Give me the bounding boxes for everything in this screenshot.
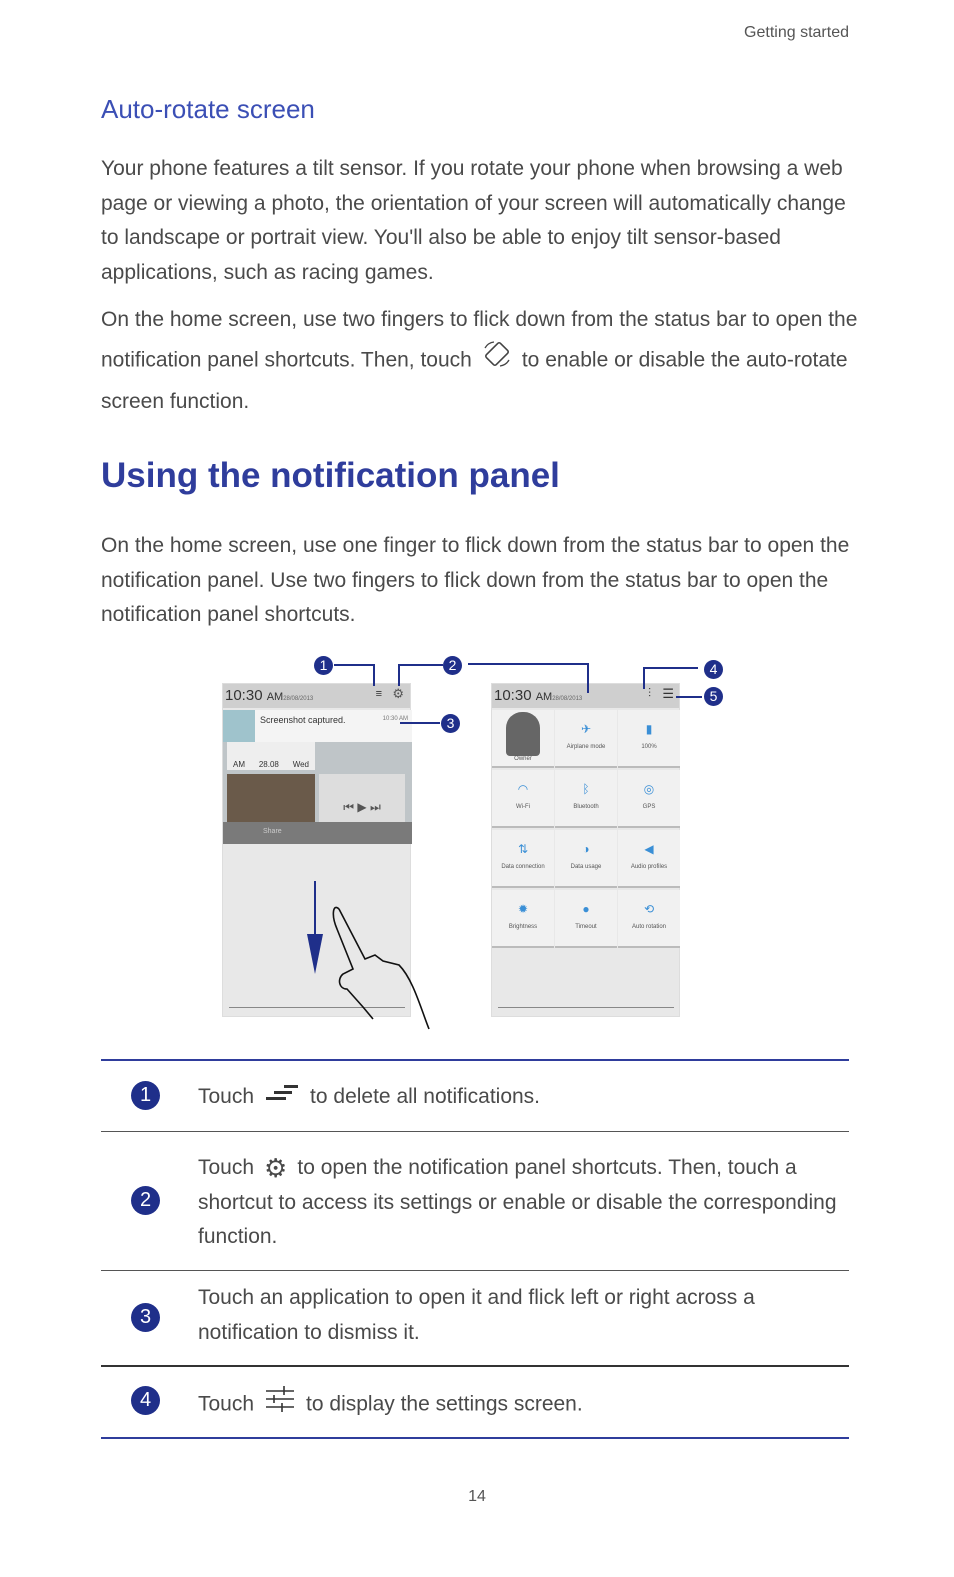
settings-gear-icon: ⚙ (264, 1153, 288, 1184)
row-number: 2 (131, 1186, 160, 1215)
settings-sliders-icon (264, 1385, 296, 1425)
shortcut-label: Wi-Fi (516, 804, 530, 810)
shortcut-icon: ▮ (645, 722, 653, 736)
clear-notifications-icon[interactable]: ≡ (376, 688, 382, 700)
shortcut-icon: ᛒ (582, 782, 590, 796)
table-row-2-text: Touch ⚙ to open the notification panel sho… (198, 1153, 837, 1248)
shortcut-icon: ◀ (644, 842, 654, 856)
shortcut-tile[interactable]: ◀ Audio profiles (618, 830, 680, 888)
shortcut-label: Brightness (508, 924, 538, 930)
notification-paragraph: On the home screen, use one finger to fl… (101, 534, 850, 626)
callout-4: 4 (704, 660, 723, 679)
shortcut-icon: ◑ (582, 842, 590, 856)
callout-3: 3 (441, 714, 460, 733)
table-row-4-text: Touch to display the settings screen. (198, 1385, 848, 1425)
table-row-3-text: Touch an application to open it and flic… (198, 1286, 755, 1344)
notification-panel-screenshot: 10:30 AM28/08/2013 ≡ ⚙ Screenshot captur… (222, 683, 430, 1030)
shortcut-label: 100% (641, 744, 657, 750)
home-screen-widgets: AM 28.08 Wed ⏮ ▶ ⏭ Share (223, 742, 412, 844)
shortcut-label: Data connection (501, 864, 545, 870)
shortcut-label: Timeout (575, 924, 597, 930)
shortcut-tile[interactable]: ✹ Brightness (492, 890, 554, 948)
notification-item[interactable]: Screenshot captured. 10:30 AM (223, 710, 412, 742)
shortcut-tile[interactable]: ◠ Wi-Fi (492, 770, 554, 828)
row-number: 3 (131, 1303, 160, 1332)
settings-sliders-icon[interactable]: ⫶ (648, 686, 651, 701)
shortcut-tile[interactable]: ◎ GPS (618, 770, 680, 828)
status-bar: 10:30 AM28/08/2013 ⫶ ☰ (492, 684, 679, 708)
list-icon[interactable]: ☰ (662, 686, 674, 702)
clear-notifications-icon (264, 1080, 300, 1115)
callout-2: 2 (443, 656, 462, 675)
section-title-notification-panel: Using the notification panel (101, 456, 560, 495)
shortcut-tile[interactable]: ● Timeout (555, 890, 617, 948)
shortcut-label: Bluetooth (573, 804, 599, 810)
shortcut-icon: ⟲ (643, 902, 655, 916)
auto-rotate-icon (482, 340, 512, 382)
auto-rotate-paragraph: Your phone features a tilt sensor. If yo… (101, 157, 846, 284)
status-bar: 10:30 AM28/08/2013 ≡ ⚙ (223, 684, 410, 708)
shortcut-tile[interactable]: ▮ 100% (618, 710, 680, 768)
shortcut-label: GPS (642, 804, 656, 810)
shortcut-icon: ⇅ (517, 842, 529, 856)
shortcut-icon: ● (582, 902, 590, 916)
running-header: Getting started (744, 24, 849, 41)
shortcut-label: Data usage (570, 864, 602, 870)
shortcut-tile[interactable]: ᛒ Bluetooth (555, 770, 617, 828)
section-title-auto-rotate: Auto-rotate screen (101, 94, 315, 124)
shortcut-icon: ◠ (517, 782, 529, 796)
owner-tile[interactable]: Owner (492, 710, 554, 768)
shortcut-tile[interactable]: ◑ Data usage (555, 830, 617, 888)
image-icon (223, 710, 255, 742)
callout-1: 1 (314, 656, 333, 675)
table-row-1-text: Touch to delete all notifications. (198, 1080, 848, 1115)
page-number: 14 (468, 1488, 486, 1505)
shortcut-label: Auto rotation (631, 924, 667, 930)
shortcut-icon: ✹ (517, 902, 529, 916)
row-number: 4 (131, 1386, 160, 1415)
shortcut-icon: ✈ (580, 722, 592, 736)
shortcut-tile[interactable]: ⇅ Data connection (492, 830, 554, 888)
shortcut-label: Audio profiles (630, 864, 668, 870)
auto-rotate-instruction: On the home screen, use two fingers to f… (101, 308, 858, 413)
shortcut-tile[interactable]: ✈ Airplane mode (555, 710, 617, 768)
shortcut-label: Airplane mode (566, 744, 606, 750)
settings-gear-icon[interactable]: ⚙ (392, 686, 404, 702)
row-number: 1 (131, 1081, 160, 1110)
shortcut-icon: ◎ (643, 782, 655, 796)
notification-shortcuts-screenshot: 10:30 AM28/08/2013 ⫶ ☰ Owner ✈ Airplane m… (491, 683, 680, 1017)
shortcut-tile[interactable]: ⟲ Auto rotation (618, 890, 680, 948)
callout-5: 5 (704, 687, 723, 706)
